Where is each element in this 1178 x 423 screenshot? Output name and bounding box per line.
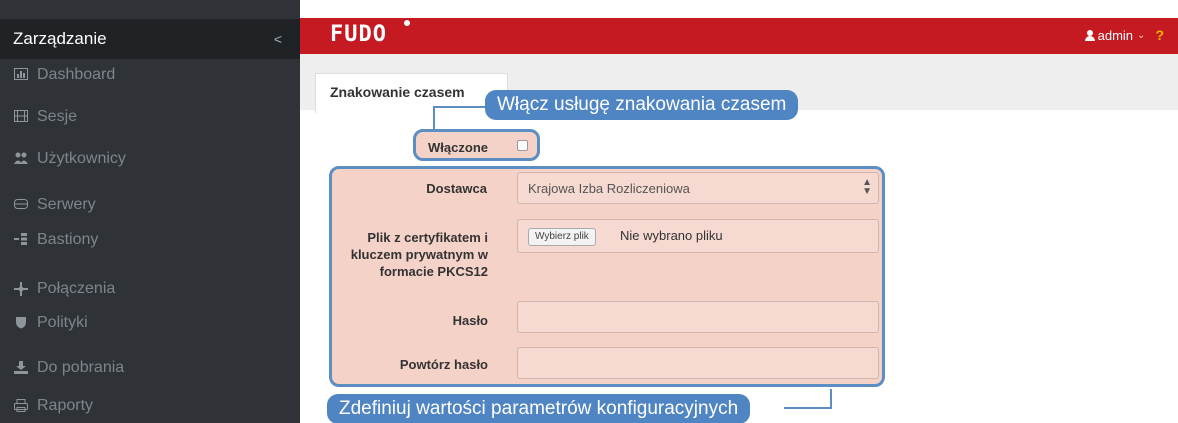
config-highlight: Dostawca Krajowa Izba Rozliczeniowa ▲ ▼ P… <box>329 166 885 387</box>
sidebar-item-label: Dashboard <box>37 66 116 83</box>
user-name: admin <box>1097 27 1134 43</box>
sidebar-item-label: Serwery <box>37 196 96 213</box>
chevron-left-icon[interactable]: < <box>274 19 282 59</box>
sidebar-item-label: Do pobrania <box>37 359 125 376</box>
sidebar-item-policies[interactable]: Polityki <box>0 305 300 341</box>
top-bar: FUDO admin ⌄ ? <box>300 18 1178 54</box>
sidebar-title: Zarządzanie <box>13 29 107 48</box>
user-menu[interactable]: admin ⌄ ? <box>1084 27 1164 43</box>
provider-label: Dostawca <box>426 181 487 196</box>
callout-enable: Włącz usługę znakowania czasem <box>485 90 799 120</box>
callout-enable-text: Włącz usługę znakowania czasem <box>497 94 787 115</box>
sidebar-item-downloads[interactable]: Do pobrania <box>0 350 300 386</box>
callout-connector-enable-h <box>433 106 493 108</box>
fudo-logo: FUDO <box>330 22 387 47</box>
user-icon <box>1084 29 1095 41</box>
select-arrows-icon: ▲ ▼ <box>862 177 872 197</box>
chevron-down-icon: ⌄ <box>1137 29 1146 41</box>
certificate-label-line: formacie PKCS12 <box>379 264 488 279</box>
download-icon <box>14 361 28 375</box>
bastion-icon <box>14 233 28 247</box>
password-input[interactable] <box>517 301 879 333</box>
password-repeat-input[interactable] <box>517 347 879 379</box>
sidebar-item-connections[interactable]: Połączenia <box>0 271 300 307</box>
help-icon[interactable]: ? <box>1155 27 1164 43</box>
provider-select-value: Krajowa Izba Rozliczeniowa <box>528 181 690 196</box>
callout-connector-config-h <box>784 407 832 409</box>
server-icon <box>14 198 28 212</box>
sidebar-item-label: Polityki <box>37 314 88 331</box>
dashboard-icon <box>14 68 28 82</box>
sidebar-item-dashboard[interactable]: Dashboard <box>0 57 300 93</box>
provider-select[interactable]: Krajowa Izba Rozliczeniowa ▲ ▼ <box>517 172 879 204</box>
callout-connector-config-v <box>830 389 832 409</box>
sidebar-item-reports[interactable]: Raporty <box>0 388 300 423</box>
film-icon <box>14 110 28 124</box>
certificate-label-line: Plik z certyfikatem i <box>367 230 488 245</box>
sidebar-header: Zarządzanie < <box>0 19 300 59</box>
sidebar-item-label: Raporty <box>37 397 94 414</box>
callout-configure-text: Zdefiniuj wartości parametrów konfigurac… <box>339 398 739 419</box>
tab-label: Znakowanie czasem <box>330 84 465 100</box>
certificate-file-input: Wybierz plik Nie wybrano pliku <box>517 219 879 253</box>
enabled-highlight: Włączone <box>413 129 540 161</box>
enabled-label: Włączone <box>428 140 488 155</box>
callout-connector-enable-v <box>433 106 435 131</box>
enabled-checkbox[interactable] <box>517 140 528 151</box>
certificate-label-line: kluczem prywatnym w <box>350 247 488 262</box>
reports-icon <box>14 399 28 413</box>
sidebar-item-bastions[interactable]: Bastiony <box>0 222 300 258</box>
certificate-label: Plik z certyfikatem i kluczem prywatnym … <box>332 229 488 280</box>
callout-configure: Zdefiniuj wartości parametrów konfigurac… <box>327 394 751 423</box>
sidebar-item-label: Użytkownicy <box>37 150 126 167</box>
sidebar-item-label: Bastiony <box>37 231 99 248</box>
sidebar-item-sessions[interactable]: Sesje <box>0 99 300 135</box>
logo-dot <box>404 20 410 26</box>
file-status: Nie wybrano pliku <box>620 228 723 243</box>
password-repeat-label: Powtórz hasło <box>399 357 488 372</box>
sidebar-item-servers[interactable]: Serwery <box>0 187 300 223</box>
sidebar-item-label: Połączenia <box>37 280 116 297</box>
choose-file-button[interactable]: Wybierz plik <box>528 228 596 246</box>
connections-icon <box>14 282 28 296</box>
sidebar: Zarządzanie < Dashboard Sesje Użytkownic… <box>0 0 300 423</box>
password-label: Hasło <box>452 313 488 328</box>
sidebar-item-users[interactable]: Użytkownicy <box>0 141 300 177</box>
shield-icon <box>14 316 28 330</box>
users-icon <box>14 152 28 166</box>
sidebar-item-label: Sesje <box>37 108 78 125</box>
